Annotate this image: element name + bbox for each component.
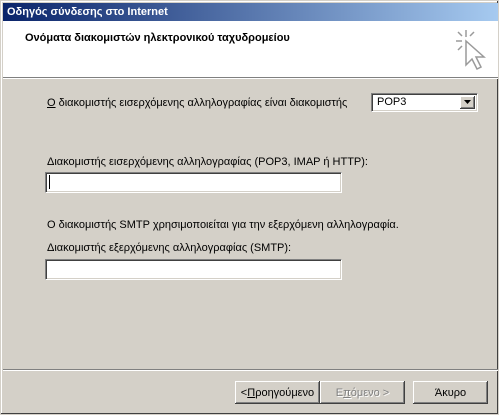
next-button-pre: Ε [335,386,344,399]
incoming-type-label-text: διακομιστής εισερχόμενης αλληλογραφίας ε… [55,97,348,109]
title-bar[interactable]: Οδηγός σύνδεσης στο Internet [3,3,498,21]
outgoing-server-label: Διακομιστής εξερχόμενης αλληλογραφίας (S… [47,242,291,254]
outgoing-server-input[interactable] [45,259,342,280]
footer-separator-highlight [3,370,498,371]
back-button-label: ροηγούμενο [255,386,315,399]
incoming-server-label-post: όμενης αλληλογραφίας (POP3, IMAP ή HTTP)… [139,156,368,168]
back-button[interactable]: < Προηγούμενο [235,381,320,404]
cancel-button[interactable]: Άκυρο [413,381,488,404]
incoming-server-label: Διακομιστής εισερχόμενης αλληλογραφίας (… [47,156,368,168]
incoming-type-dropdown[interactable]: POP3 [371,93,478,112]
incoming-server-input[interactable] [45,172,342,193]
incoming-type-label: Ο διακομιστής εισερχόμενης αλληλογραφίας… [47,97,347,109]
smtp-note: Ο διακομιστής SMTP χρησιμοποιείται για τ… [47,219,399,231]
wizard-window: Οδηγός σύνδεσης στο Internet Ονόματα δια… [0,0,499,415]
window-title: Οδηγός σύνδεσης στο Internet [7,6,168,18]
incoming-server-label-pre: Διακομιστής εισερ [47,156,135,168]
chevron-down-icon [464,100,471,104]
next-button-label: όμενο > [350,386,390,399]
back-button-accelerator: Π [247,386,256,399]
outgoing-server-label-pre: Διακομιστής εξερ [47,242,131,254]
incoming-type-value: POP3 [377,96,407,108]
outgoing-server-label-post: όμενης αλληλογραφίας (SMTP): [135,242,292,254]
incoming-type-accelerator: Ο [47,97,56,109]
next-button[interactable]: Επ όμενο > [320,381,405,404]
header-separator [3,78,498,79]
text-caret [49,175,50,189]
next-button-accelerator: π [343,386,351,399]
dropdown-button[interactable] [460,96,475,109]
wizard-cursor-sparkle-icon [456,30,486,71]
wizard-header: Ονόματα διακομιστών ηλεκτρονικού ταχυδρο… [3,21,498,78]
page-title: Ονόματα διακομιστών ηλεκτρονικού ταχυδρο… [25,32,290,44]
